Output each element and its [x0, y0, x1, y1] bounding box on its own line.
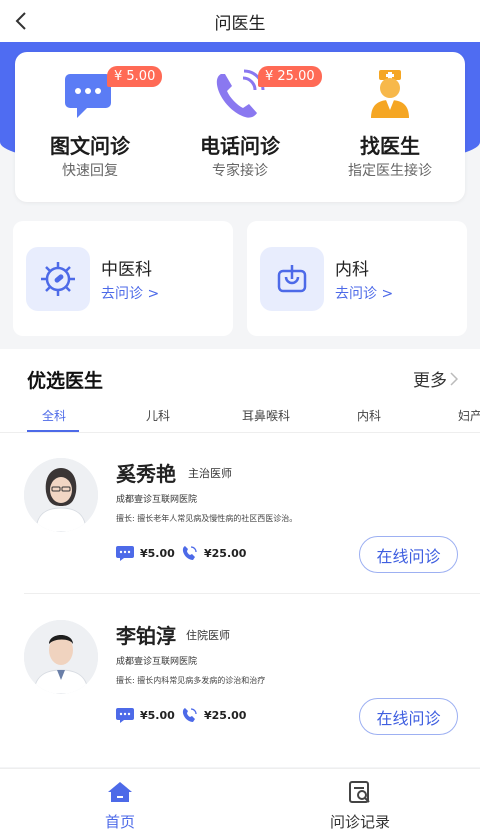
phone-fee: ¥25.00 — [182, 707, 246, 723]
internal-icon — [260, 247, 324, 311]
chat-bubble-icon — [116, 708, 134, 723]
service-card: ¥ 5.00 图文问诊 快速回复 ¥ 25.00 电话问诊 专家接诊 找医生 指 — [15, 52, 465, 202]
service-name: 电话问诊 — [200, 134, 280, 158]
virus-icon — [26, 247, 90, 311]
department-tabs: 全科 儿科 耳鼻喉科 内科 妇产 — [0, 401, 480, 433]
nurse-icon — [363, 68, 417, 120]
phone-fee-value: ¥25.00 — [204, 546, 247, 560]
doctor-specialty: 擅长: 擅长老年人常见病及慢性病的社区西医诊治。 — [116, 514, 298, 523]
avatar — [24, 458, 98, 532]
phone-fee-value: ¥25.00 — [204, 708, 247, 722]
doctor-specialty: 擅长: 擅长内科常见病多发病的诊治和治疗 — [116, 676, 266, 685]
tab-obstetrics[interactable]: 妇产 — [458, 407, 480, 424]
doctor-card[interactable]: 奚秀艳 主治医师 成都壹诊互联网医院 擅长: 擅长老年人常见病及慢性病的社区西医… — [0, 452, 480, 612]
department-name: 中医科 — [101, 260, 152, 280]
doctor-hospital: 成都壹诊互联网医院 — [116, 657, 198, 667]
avatar — [24, 620, 98, 694]
service-name: 找医生 — [360, 134, 420, 158]
back-icon[interactable] — [10, 9, 32, 33]
text-fee-value: ¥5.00 — [140, 546, 175, 560]
doctor-title: 住院医师 — [186, 629, 230, 642]
text-fee: ¥5.00 — [116, 707, 175, 723]
tab-home[interactable]: 首页 — [70, 781, 170, 832]
doctor-card[interactable]: 李铂淳 住院医师 成都壹诊互联网医院 擅长: 擅长内科常见病多发病的诊治和治疗 … — [0, 614, 480, 774]
section-title: 优选医生 — [27, 370, 104, 392]
service-subtitle: 快速回复 — [62, 163, 118, 179]
text-fee-value: ¥5.00 — [140, 708, 175, 722]
phone-fee: ¥25.00 — [182, 545, 246, 561]
department-card-tcm[interactable]: 中医科 去问诊 > — [13, 221, 233, 336]
online-consult-button[interactable]: 在线问诊 — [359, 698, 458, 735]
tab-pediatrics[interactable]: 儿科 — [146, 407, 170, 424]
home-icon — [108, 782, 132, 802]
service-subtitle: 专家接诊 — [212, 163, 268, 179]
department-card-internal[interactable]: 内科 去问诊 > — [247, 221, 467, 336]
chat-bubble-icon — [116, 546, 134, 561]
phone-icon — [182, 708, 197, 722]
service-text-consult[interactable]: ¥ 5.00 图文问诊 快速回复 — [15, 52, 165, 202]
more-link[interactable]: 更多 — [413, 366, 458, 391]
tab-ent[interactable]: 耳鼻喉科 — [242, 407, 290, 424]
tab-internal[interactable]: 内科 — [357, 407, 381, 424]
tab-records[interactable]: 问诊记录 — [310, 781, 410, 832]
doctor-hospital: 成都壹诊互联网医院 — [116, 495, 198, 505]
price-badge: ¥ 25.00 — [258, 66, 322, 87]
record-icon — [349, 781, 370, 803]
service-name: 图文问诊 — [50, 134, 130, 158]
tab-general[interactable]: 全科 — [42, 407, 66, 424]
page-title: 问医生 — [214, 13, 266, 34]
more-label: 更多 — [413, 371, 447, 391]
service-subtitle: 指定医生接诊 — [348, 163, 432, 179]
doctors-section: 优选医生 更多 全科 儿科 耳鼻喉科 内科 妇产 奚秀艳 主治医师 成都壹诊互联… — [0, 349, 480, 767]
doctor-title: 主治医师 — [188, 467, 232, 480]
online-consult-button[interactable]: 在线问诊 — [359, 536, 458, 573]
service-phone-consult[interactable]: ¥ 25.00 电话问诊 专家接诊 — [165, 52, 322, 202]
doctor-name: 李铂淳 — [116, 624, 176, 648]
tab-label: 问诊记录 — [329, 813, 390, 831]
price-badge: ¥ 5.00 — [107, 66, 163, 87]
department-name: 内科 — [335, 260, 369, 280]
tab-label: 首页 — [104, 813, 135, 831]
phone-icon — [182, 546, 197, 560]
department-link[interactable]: 去问诊 > — [101, 283, 159, 303]
doctor-name: 奚秀艳 — [116, 462, 176, 486]
service-find-doctor[interactable]: 找医生 指定医生接诊 — [315, 52, 465, 202]
nav-bar: 问医生 — [0, 0, 480, 42]
divider — [24, 593, 480, 594]
department-link[interactable]: 去问诊 > — [335, 283, 393, 303]
chevron-right-icon — [450, 371, 458, 386]
bottom-tab-bar: 首页 问诊记录 — [0, 768, 480, 836]
text-fee: ¥5.00 — [116, 545, 175, 561]
active-tab-indicator — [27, 430, 79, 432]
